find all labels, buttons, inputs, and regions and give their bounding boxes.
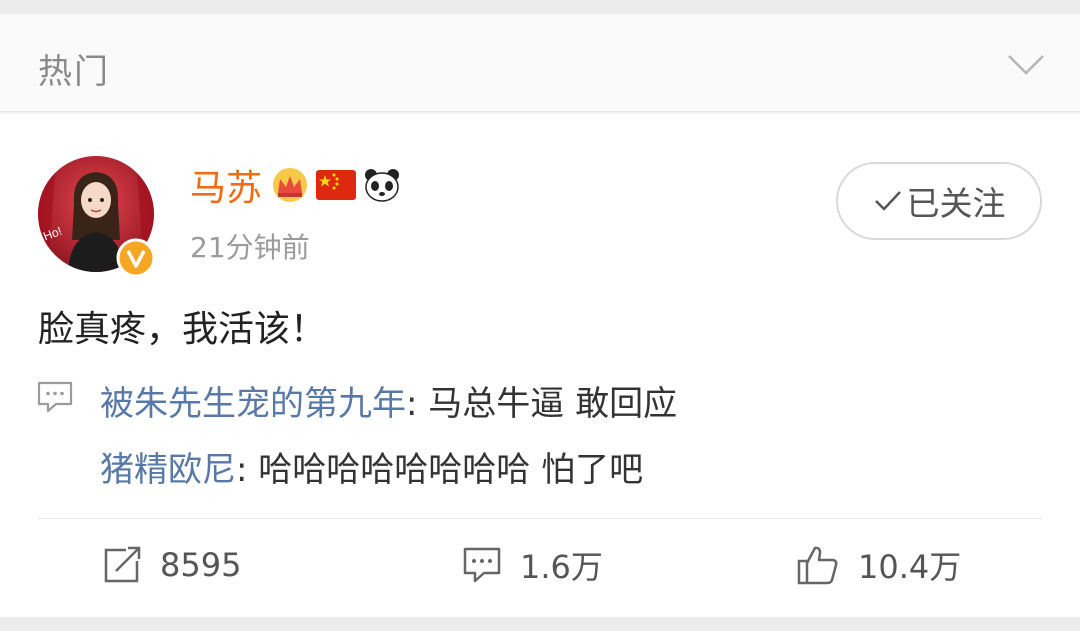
china-flag-icon (316, 170, 357, 200)
comment-separator: : (406, 384, 429, 424)
comment-item[interactable]: 被朱先生宠的第九年: 马总牛逼 敢回应 (100, 376, 677, 425)
section-header: 热门 (0, 14, 1080, 112)
panda-icon (365, 169, 400, 202)
comment-action-icon (463, 547, 501, 583)
divider (38, 518, 1042, 519)
like-button[interactable]: 10.4万 (796, 544, 961, 586)
comment-count: 1.6万 (520, 548, 603, 586)
repost-count: 8595 (160, 546, 242, 584)
post-text: 脸真疼，我活该！ (38, 309, 327, 350)
post-card: Ho! 马苏 21分钟前 已关注 脸真疼，我活该！ 被朱先生宠的第九年: 马总牛… (0, 114, 1080, 617)
repost-button[interactable]: 8595 (102, 544, 241, 586)
top-strip (0, 0, 1080, 14)
like-count: 10.4万 (858, 548, 962, 586)
follow-button[interactable]: 已关注 (836, 162, 1042, 240)
comment-author[interactable]: 猪精欧尼 (100, 450, 236, 490)
comment-text: 马总牛逼 敢回应 (428, 384, 678, 424)
comment-button[interactable]: 1.6万 (462, 544, 603, 586)
comment-author[interactable]: 被朱先生宠的第九年 (100, 384, 406, 424)
repost-icon (104, 546, 141, 583)
post-time: 21分钟前 (190, 231, 310, 264)
user-name[interactable]: 马苏 (190, 159, 262, 211)
user-name-row: 马苏 (190, 159, 408, 211)
thumbs-up-icon (797, 546, 838, 585)
crown-icon (273, 168, 308, 202)
follow-label: 已关注 (906, 184, 1006, 223)
comment-item[interactable]: 猪精欧尼: 哈哈哈哈哈哈哈哈 怕了吧 (100, 442, 643, 491)
comment-icon (37, 381, 73, 413)
section-title: 热门 (38, 52, 110, 92)
comment-text: 哈哈哈哈哈哈哈哈 怕了吧 (258, 450, 644, 490)
verified-badge-icon (116, 238, 156, 278)
chevron-down-icon[interactable] (1006, 52, 1046, 78)
bottom-strip (0, 617, 1080, 631)
checkmark-icon (874, 191, 901, 211)
comment-separator: : (236, 450, 259, 490)
